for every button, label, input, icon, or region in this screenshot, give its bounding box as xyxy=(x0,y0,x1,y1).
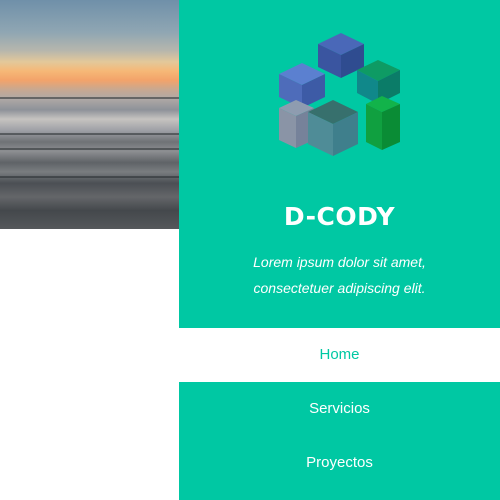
tagline: Lorem ipsum dolor sit amet, consectetuer… xyxy=(179,249,500,301)
nav-item-home[interactable]: Home xyxy=(179,328,500,382)
nav-item-servicios[interactable]: Servicios xyxy=(179,382,500,436)
brand-title: D-CODY xyxy=(283,202,396,231)
logo-icon xyxy=(279,33,400,156)
nav-item-proyectos[interactable]: Proyectos xyxy=(179,436,500,500)
brand-panel: D-CODY Lorem ipsum dolor sit amet, conse… xyxy=(179,0,500,328)
tagline-line-2: consectetuer adipiscing elit. xyxy=(253,280,426,296)
hero-image xyxy=(0,0,179,229)
tagline-line-1: Lorem ipsum dolor sit amet, xyxy=(253,254,426,270)
main-nav: Home Servicios Proyectos xyxy=(179,328,500,500)
